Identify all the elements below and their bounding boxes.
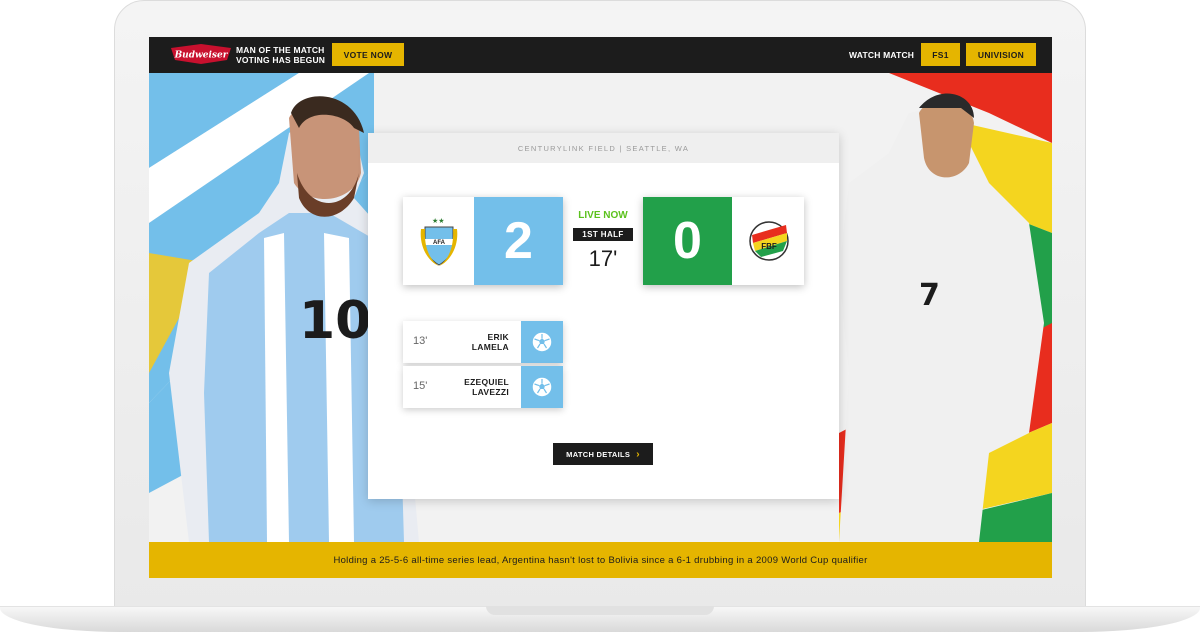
argentina-crest-icon: ★★ AFA — [420, 217, 457, 266]
home-score: 2 — [474, 197, 563, 285]
laptop-notch — [486, 606, 714, 615]
away-team-box: 0 FBF — [643, 197, 804, 285]
scorer-last-name: LAMELA — [471, 342, 509, 352]
scorer-last-name: LAVEZZI — [472, 387, 509, 397]
match-minute: 17' — [588, 246, 618, 271]
scorer-first-name: EZEQUIEL — [464, 377, 509, 387]
away-score: 0 — [643, 197, 732, 285]
svg-text:Budweiser: Budweiser — [174, 51, 229, 61]
news-ticker: Holding a 25-5-6 all-time series lead, A… — [149, 542, 1052, 578]
live-status: LIVE NOW — [578, 210, 628, 221]
budweiser-logo: Budweiser — [171, 44, 231, 64]
motm-line-2: VOTING HAS BEGUN — [236, 55, 326, 65]
goal-scorer: ERIK LAMELA — [429, 332, 509, 352]
goal-scorer: EZEQUIEL LAVEZZI — [429, 377, 509, 397]
match-details-label: MATCH DETAILS — [566, 449, 631, 459]
chevron-right-icon: › — [636, 448, 640, 460]
score-card: CENTURYLINK FIELD | SEATTLE, WA ★★ AFA 2… — [368, 133, 839, 499]
home-team-box: ★★ AFA 2 — [403, 197, 563, 285]
bolivia-crest-icon: FBF — [748, 221, 789, 261]
fs1-button[interactable]: FS1 — [921, 43, 960, 66]
goal-event: 13' ERIK LAMELA — [403, 321, 563, 363]
goal-event: 15' EZEQUIEL LAVEZZI — [403, 366, 563, 408]
match-details-button[interactable]: MATCH DETAILS › — [553, 443, 653, 465]
svg-text:AFA: AFA — [433, 240, 446, 246]
screen: 10 7 Budweiser MAN OF THE MATCH VOTING H… — [149, 37, 1052, 578]
scorer-first-name: ERIK — [487, 332, 509, 342]
goal-ball-cell — [521, 366, 563, 408]
motm-promo: MAN OF THE MATCH VOTING HAS BEGUN — [236, 45, 336, 65]
venue-header: CENTURYLINK FIELD | SEATTLE, WA — [368, 133, 839, 163]
away-crest-text: FBF — [761, 242, 777, 251]
goal-ball-cell — [521, 321, 563, 363]
svg-text:10: 10 — [299, 291, 371, 351]
goal-minute: 13' — [413, 335, 428, 347]
soccer-ball-icon — [532, 332, 552, 352]
top-bar: Budweiser MAN OF THE MATCH VOTING HAS BE… — [149, 37, 1052, 73]
soccer-ball-icon — [532, 377, 552, 397]
goal-minute: 15' — [413, 380, 428, 392]
svg-text:7: 7 — [919, 278, 940, 313]
vote-now-button[interactable]: VOTE NOW — [332, 43, 404, 66]
svg-text:★★: ★★ — [432, 217, 445, 225]
univision-button[interactable]: UNIVISION — [966, 43, 1036, 66]
match-period: 1ST HALF — [573, 228, 633, 241]
away-crest: FBF — [733, 197, 804, 285]
watch-match-label: WATCH MATCH — [849, 50, 915, 60]
motm-line-1: MAN OF THE MATCH — [236, 45, 325, 55]
home-crest: ★★ AFA — [403, 197, 474, 285]
